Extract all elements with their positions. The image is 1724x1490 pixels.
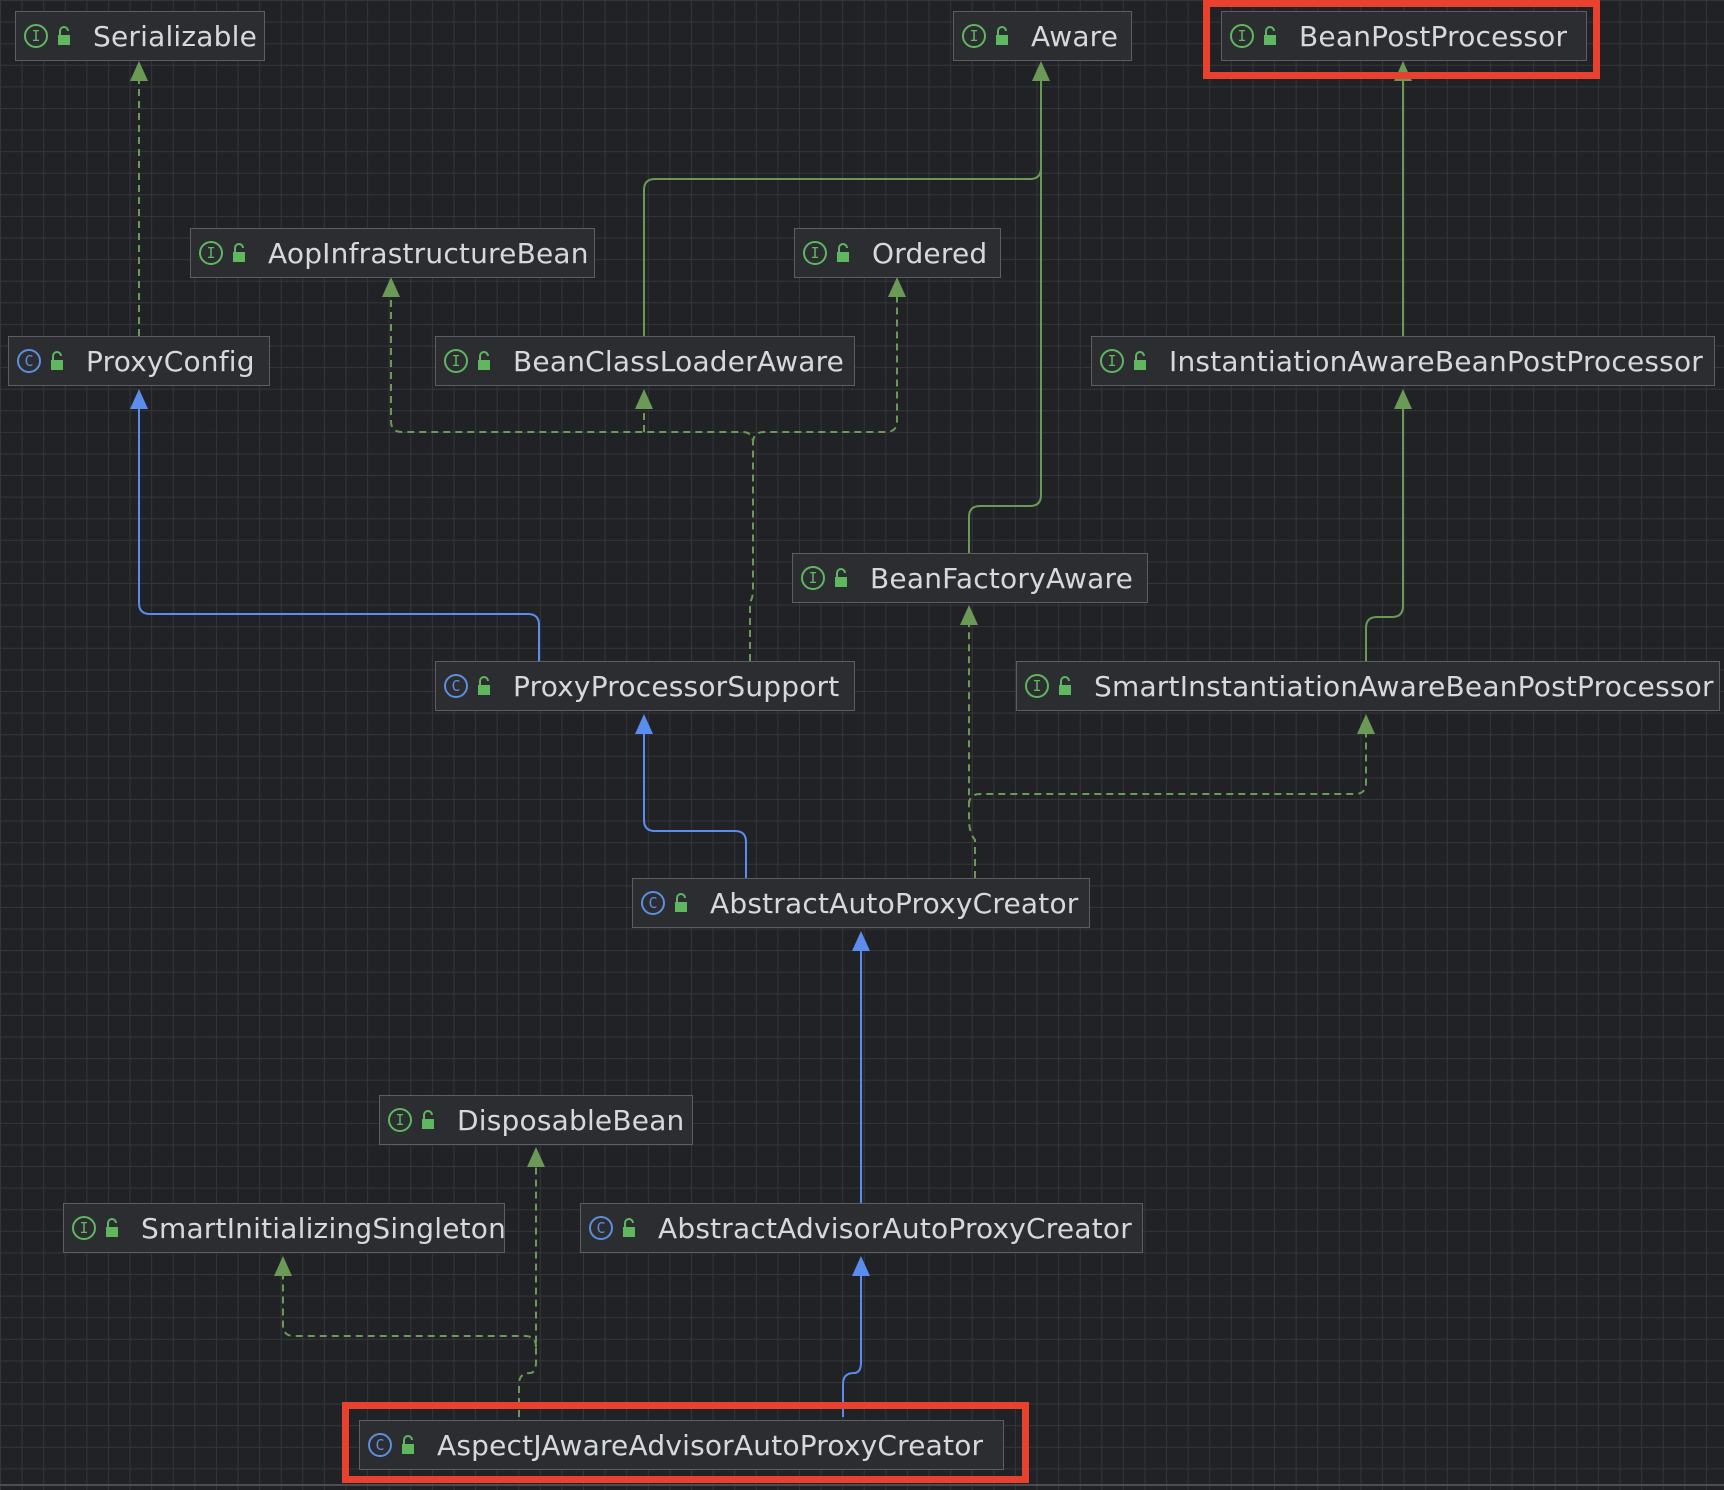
arrowhead (527, 1147, 545, 1167)
node-label: SmartInstantiationAwareBeanPostProcessor (1094, 669, 1714, 703)
arrowhead (635, 714, 653, 734)
node-abstract-auto-proxy-creator[interactable]: C AbstractAutoProxyCreator (632, 878, 1090, 928)
node-label: BeanClassLoaderAware (513, 344, 845, 378)
arrowhead (1394, 61, 1412, 81)
arrowhead (635, 389, 653, 409)
node-label: Serializable (93, 19, 258, 53)
interface-icon: I (72, 1216, 96, 1240)
interface-icon: I (1230, 24, 1254, 48)
node-proxy-processor-support[interactable]: C ProxyProcessorSupport (435, 661, 855, 711)
arrowhead (130, 389, 148, 409)
interface-icon: I (199, 241, 223, 265)
node-label: ProxyConfig (86, 344, 255, 378)
class-icon: C (641, 891, 665, 915)
public-lock-icon (478, 676, 490, 695)
node-label: BeanPostProcessor (1299, 19, 1568, 53)
interface-icon: I (24, 24, 48, 48)
class-icon: C (444, 674, 468, 698)
interface-icon: I (444, 349, 468, 373)
node-aware[interactable]: I Aware (953, 11, 1132, 61)
public-lock-icon (106, 1218, 118, 1237)
class-icon: C (368, 1433, 392, 1457)
edge-pps-proxyconfig (138, 408, 540, 661)
interface-icon: I (1025, 674, 1049, 698)
public-lock-icon (478, 351, 490, 370)
arrowhead (1032, 61, 1050, 81)
node-abstract-advisor-auto-proxy-creator[interactable]: C AbstractAdvisorAutoProxyCreator (580, 1203, 1143, 1253)
edge-siabpp-iabpp (1365, 408, 1404, 661)
interface-icon: I (962, 24, 986, 48)
arrowhead (274, 1256, 292, 1276)
class-icon: C (589, 1216, 613, 1240)
arrowhead (130, 61, 148, 81)
node-smart-instantiation-aware-bpp[interactable]: I SmartInstantiationAwareBeanPostProcess… (1016, 661, 1720, 711)
public-lock-icon (623, 1218, 635, 1237)
node-label: DisposableBean (457, 1103, 685, 1137)
arrowhead (960, 605, 978, 625)
edge-beanfactoryaware-aware (968, 80, 1042, 553)
node-label: SmartInitializingSingleton (141, 1211, 507, 1245)
node-bean-post-processor[interactable]: I BeanPostProcessor (1221, 11, 1587, 61)
public-lock-icon (837, 243, 849, 262)
arrowhead (1394, 389, 1412, 409)
diagram-canvas: I Serializable I Aware I BeanPostProcess… (0, 0, 1724, 1490)
node-label: Aware (1031, 19, 1119, 53)
edge-ajaapc-aaapc (842, 1275, 862, 1417)
node-label: BeanFactoryAware (870, 561, 1134, 595)
node-serializable[interactable]: I Serializable (15, 11, 265, 61)
node-label: AbstractAdvisorAutoProxyCreator (658, 1211, 1132, 1245)
interface-icon: I (803, 241, 827, 265)
edge-beanclassloaderaware-aware (643, 80, 1042, 336)
node-ordered[interactable]: I Ordered (794, 228, 1001, 278)
class-icon: C (17, 349, 41, 373)
arrowhead (382, 277, 400, 297)
node-disposable-bean[interactable]: I DisposableBean (379, 1095, 693, 1145)
public-lock-icon (996, 26, 1008, 45)
public-lock-icon (835, 568, 847, 587)
public-lock-icon (58, 26, 70, 45)
arrowhead (852, 931, 870, 951)
node-label: ProxyProcessorSupport (513, 669, 840, 703)
public-lock-icon (1059, 676, 1071, 695)
node-aspectj-aware-advisor-auto-proxy-creator[interactable]: C AspectJAwareAdvisorAutoProxyCreator (359, 1420, 1004, 1470)
node-smart-initializing-singleton[interactable]: I SmartInitializingSingleton (63, 1203, 507, 1253)
public-lock-icon (1134, 351, 1146, 370)
edges-layer (130, 61, 1412, 1417)
interface-icon: I (1100, 349, 1124, 373)
public-lock-icon (1264, 26, 1276, 45)
public-lock-icon (51, 351, 63, 370)
node-label: Ordered (872, 236, 988, 270)
node-label: InstantiationAwareBeanPostProcessor (1169, 344, 1704, 378)
node-label: AopInfrastructureBean (268, 236, 589, 270)
node-proxy-config[interactable]: C ProxyConfig (8, 336, 270, 386)
interface-icon: I (388, 1108, 412, 1132)
node-aop-infrastructure-bean[interactable]: I AopInfrastructureBean (190, 228, 595, 278)
public-lock-icon (675, 893, 687, 912)
arrowhead (888, 277, 906, 297)
public-lock-icon (233, 243, 245, 262)
interface-icon: I (801, 566, 825, 590)
public-lock-icon (422, 1110, 434, 1129)
node-label: AbstractAutoProxyCreator (710, 886, 1079, 920)
arrowhead (1357, 714, 1375, 734)
node-bean-class-loader-aware[interactable]: I BeanClassLoaderAware (435, 336, 855, 386)
arrowhead (852, 1256, 870, 1276)
node-label: AspectJAwareAdvisorAutoProxyCreator (437, 1428, 984, 1462)
node-bean-factory-aware[interactable]: I BeanFactoryAware (792, 553, 1148, 603)
node-instantiation-aware-bpp[interactable]: I InstantiationAwareBeanPostProcessor (1091, 336, 1715, 386)
edge-aapc-pps (643, 733, 747, 878)
public-lock-icon (402, 1435, 414, 1454)
divider (0, 1484, 1724, 1486)
